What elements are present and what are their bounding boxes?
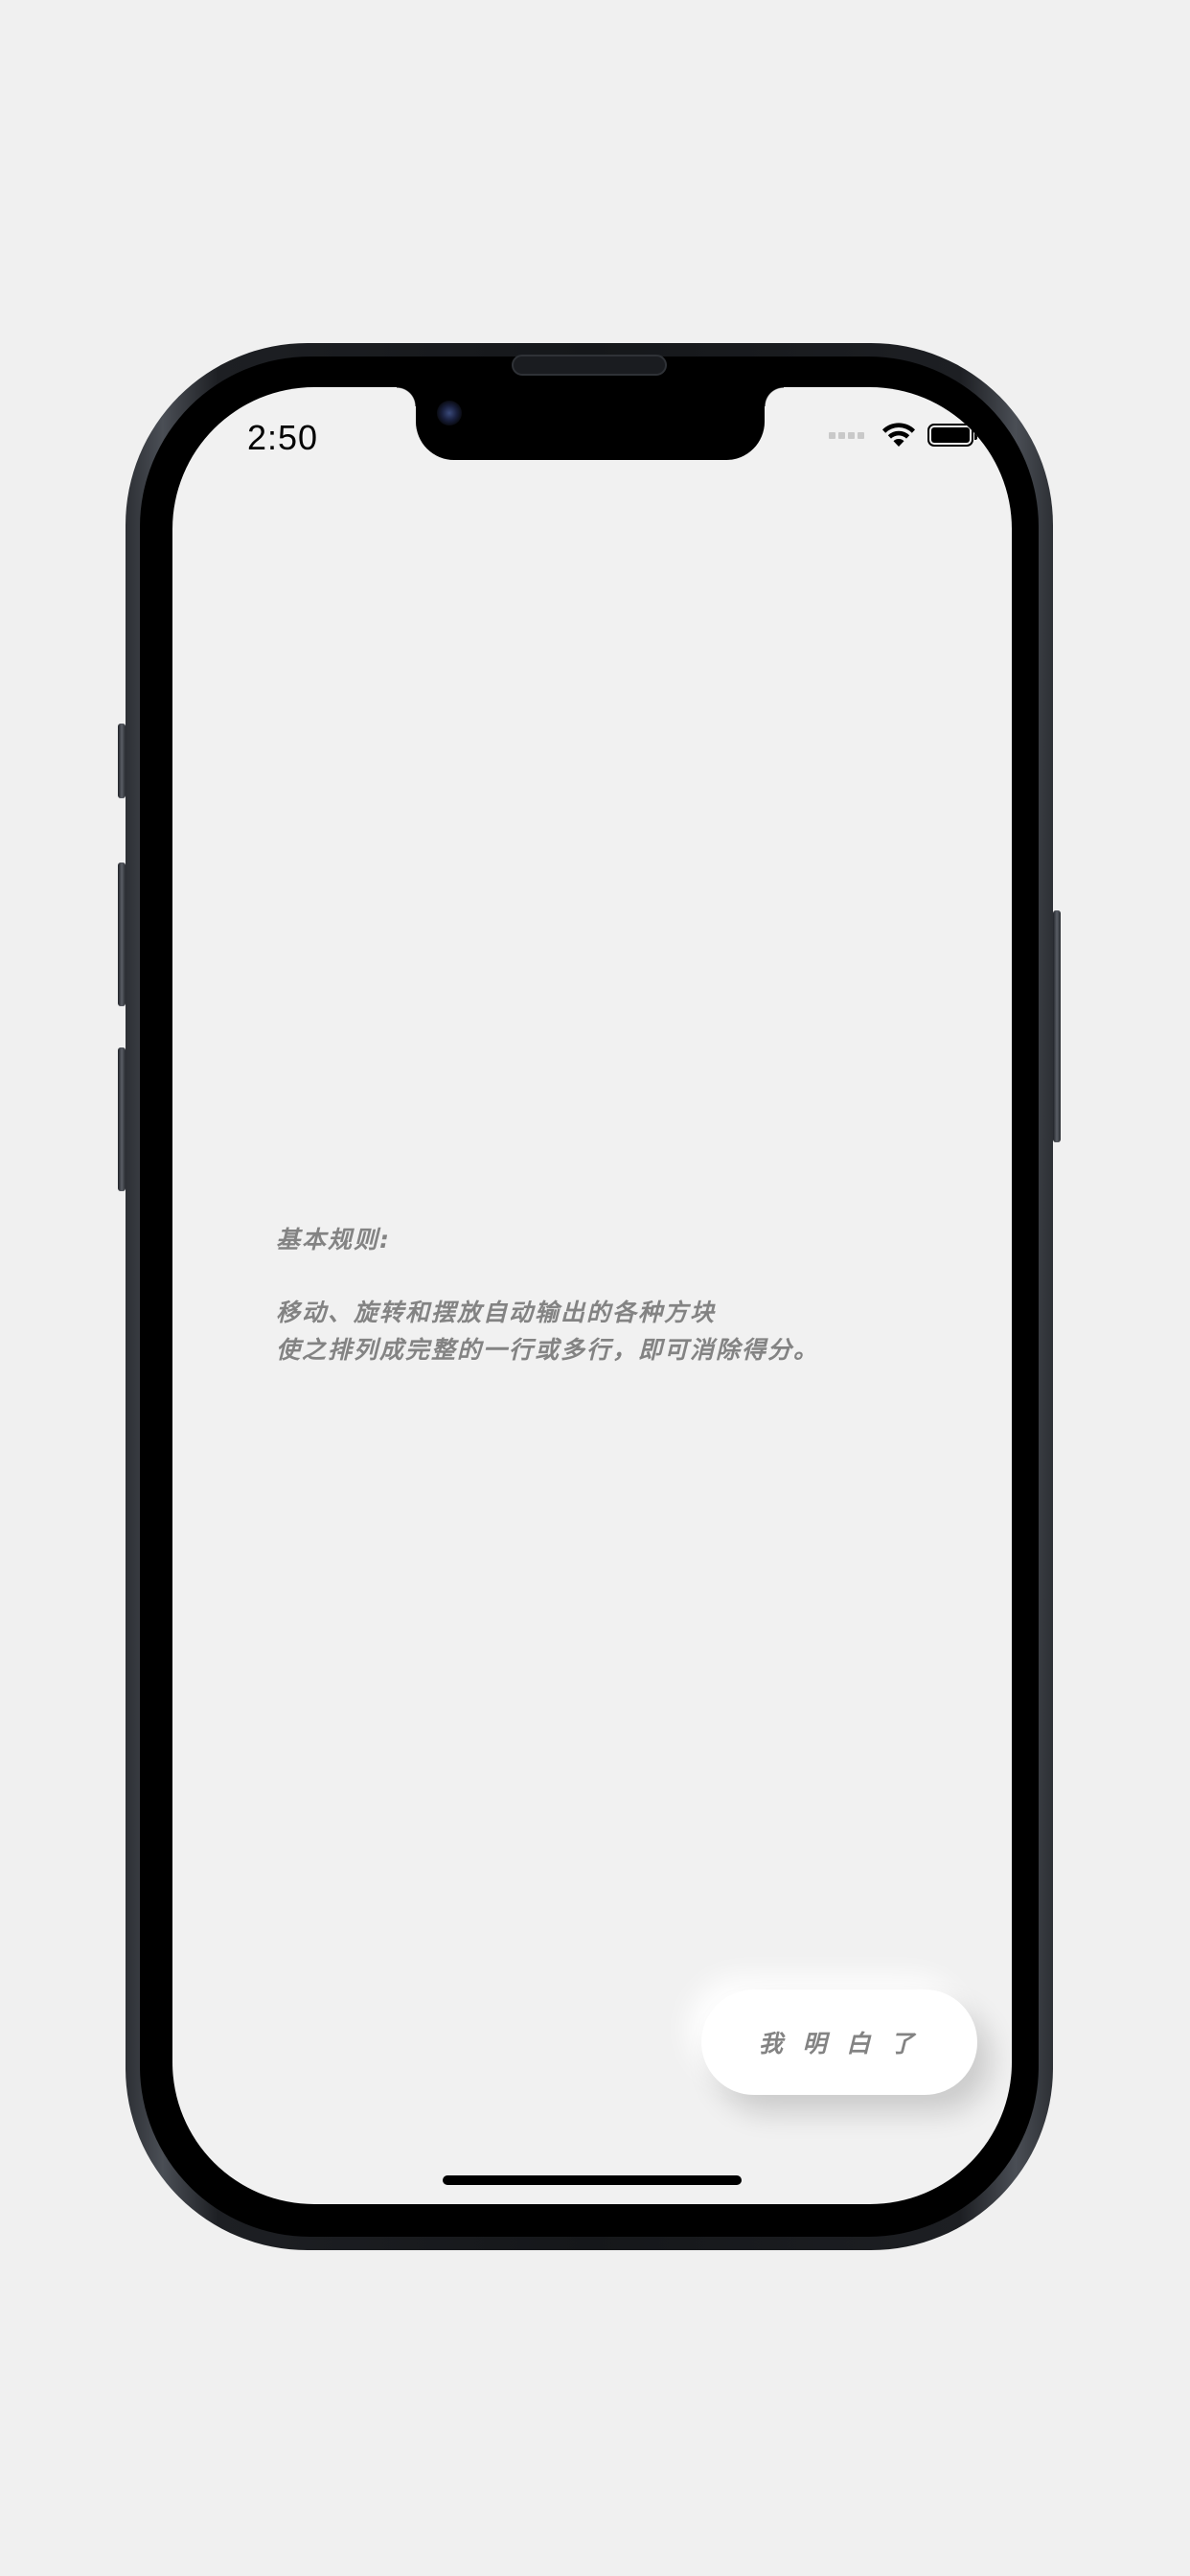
notch	[397, 387, 784, 460]
volume-down-button	[118, 1047, 126, 1191]
earpiece-speaker	[512, 355, 667, 376]
cellular-signal-icon	[829, 431, 864, 439]
wifi-icon	[882, 423, 915, 447]
status-indicators	[829, 422, 977, 448]
battery-level	[931, 427, 970, 443]
mute-switch	[118, 724, 126, 798]
front-camera-icon	[437, 401, 462, 426]
got-it-button[interactable]: 我 明 白 了	[701, 1990, 977, 2095]
rules-heading: 基本规则:	[276, 1226, 391, 1254]
power-button	[1053, 910, 1061, 1142]
rules-line-1: 移动、旋转和摆放自动输出的各种方块	[276, 1299, 717, 1326]
battery-icon	[927, 424, 977, 447]
volume-up-button	[118, 862, 126, 1006]
rules-line-2: 使之排列成完整的一行或多行，即可消除得分。	[276, 1336, 820, 1364]
home-indicator[interactable]	[443, 2175, 742, 2185]
rules-text: 基本规则: 移动、旋转和摆放自动输出的各种方块 使之排列成完整的一行或多行，即可…	[276, 1221, 819, 1368]
status-time: 2:50	[247, 418, 319, 457]
rules-spacer	[276, 1258, 819, 1294]
app-screen: 2:50 基本规则: 移动、旋转和摆放自动输出的各种方块 使之排列成完整的一行或…	[172, 387, 1012, 2204]
